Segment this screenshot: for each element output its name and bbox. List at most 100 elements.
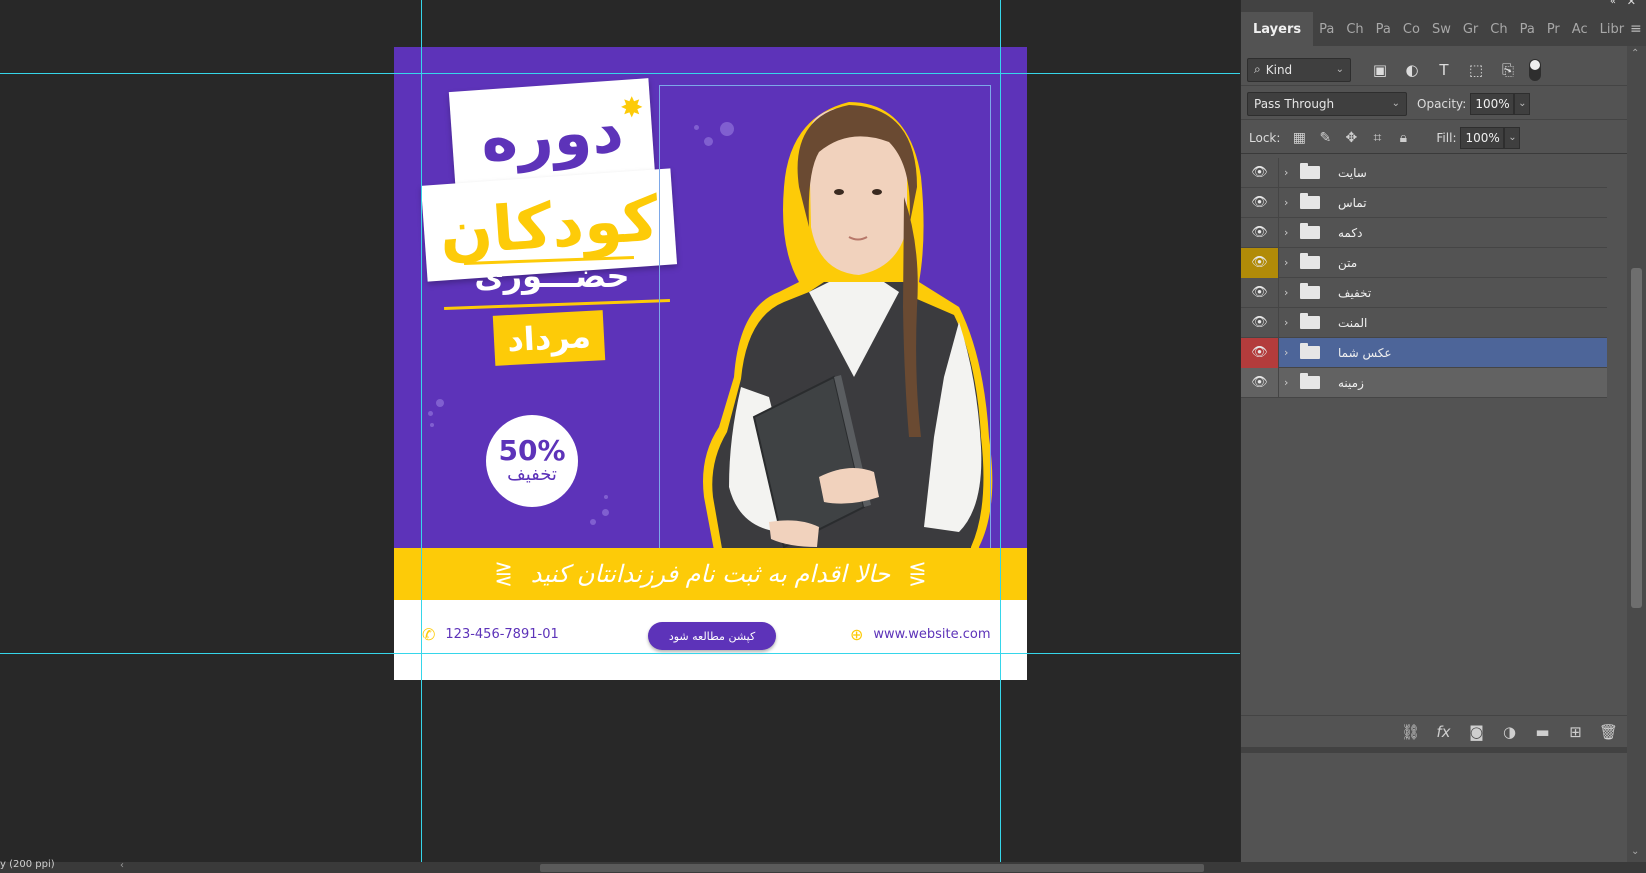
panel-resize-handle[interactable] xyxy=(1241,747,1641,753)
scroll-down-icon[interactable]: ⌄ xyxy=(1631,846,1639,857)
chevron-right-icon[interactable]: › xyxy=(1284,286,1296,299)
layer-name[interactable]: دکمه xyxy=(1338,226,1362,240)
layer-name[interactable]: تخفیف xyxy=(1338,286,1371,300)
layer-filter-row: ⌕ Kind ⌄ ▣ ◐ T ⬚ ⎘ xyxy=(1241,54,1641,86)
eye-icon[interactable]: 👁︎ xyxy=(1241,247,1279,278)
layers-panel-scrollbar[interactable]: ⌃ ⌄ xyxy=(1627,46,1646,862)
lock-position-icon[interactable]: ✥ xyxy=(1338,130,1364,146)
eye-icon[interactable]: 👁︎ xyxy=(1241,217,1279,248)
layers-scroll-thumb[interactable] xyxy=(1631,268,1642,608)
adjustment-layer-icon[interactable]: ◑ xyxy=(1493,723,1526,741)
panel-menu-icon[interactable]: ≡ xyxy=(1630,12,1642,46)
tab-properties[interactable]: Pr xyxy=(1541,12,1566,46)
month-box: مرداد xyxy=(492,310,606,366)
adjustment-layer-filter-icon[interactable]: ◐ xyxy=(1399,61,1425,79)
decor-dot xyxy=(604,495,608,499)
tab-paragraph[interactable]: Pa xyxy=(1370,12,1397,46)
tab-color[interactable]: Co xyxy=(1397,12,1426,46)
blend-mode-select[interactable]: Pass Through ⌄ xyxy=(1247,91,1407,116)
lock-transparent-pixels-icon[interactable]: ▦ xyxy=(1286,130,1312,146)
kind-filter-label: Kind xyxy=(1265,62,1293,77)
scroll-left-icon[interactable]: ‹ xyxy=(120,860,124,871)
chevron-right-icon[interactable]: › xyxy=(1284,196,1296,209)
lock-image-pixels-icon[interactable]: ✎ xyxy=(1312,130,1338,146)
guide-horizontal[interactable] xyxy=(0,73,1240,74)
layer-name[interactable]: متن xyxy=(1338,256,1357,270)
panel-header-bar: « ✕ xyxy=(1241,0,1646,8)
search-icon: ⌕ xyxy=(1254,62,1261,76)
layer-row[interactable]: 👁︎ › تماس xyxy=(1241,187,1607,218)
artboard[interactable]: دوره ✸ کودکان حضـــوری مرداد 50% تخفیف ⋛… xyxy=(394,47,1027,680)
tab-layers[interactable]: Layers xyxy=(1241,12,1314,46)
filter-toggle-switch[interactable] xyxy=(1529,58,1541,81)
fill-dropdown-icon[interactable]: ⌄ xyxy=(1504,126,1521,149)
document-canvas[interactable]: دوره ✸ کودکان حضـــوری مرداد 50% تخفیف ⋛… xyxy=(0,0,1240,862)
layer-row[interactable]: 👁︎ › سایت xyxy=(1241,157,1607,188)
folder-icon xyxy=(1300,163,1320,179)
tab-actions[interactable]: Ac xyxy=(1566,12,1594,46)
trash-icon[interactable]: 🗑︎ xyxy=(1592,723,1625,741)
link-layers-icon[interactable]: ⛓︎ xyxy=(1394,723,1427,741)
chevron-right-icon[interactable]: › xyxy=(1284,226,1296,239)
eye-icon[interactable]: 👁︎ xyxy=(1241,337,1279,368)
caption-button: کپشن مطالعه شود xyxy=(648,622,776,650)
layer-name[interactable]: المنت xyxy=(1338,316,1367,330)
tab-character[interactable]: Ch xyxy=(1484,12,1513,46)
scroll-up-icon[interactable]: ⌃ xyxy=(1631,48,1639,59)
eye-icon[interactable]: 👁︎ xyxy=(1241,157,1279,188)
opacity-dropdown-icon[interactable]: ⌄ xyxy=(1514,92,1531,115)
tab-libraries[interactable]: Libr xyxy=(1594,12,1630,46)
chevron-right-icon[interactable]: › xyxy=(1284,316,1296,329)
lock-artboard-icon[interactable]: ⌗ xyxy=(1364,130,1390,146)
new-layer-icon[interactable]: ⊞ xyxy=(1559,723,1592,741)
chevron-right-icon[interactable]: › xyxy=(1284,256,1296,269)
chevron-right-icon[interactable]: › xyxy=(1284,346,1296,359)
tab-patterns[interactable]: Pa xyxy=(1514,12,1541,46)
new-group-icon[interactable]: ▬ xyxy=(1526,723,1559,741)
eye-icon[interactable]: 👁︎ xyxy=(1241,367,1279,398)
chevron-down-icon: ⌄ xyxy=(1391,98,1400,109)
collapse-panels-icon[interactable]: « xyxy=(1610,0,1616,7)
shape-layer-filter-icon[interactable]: ⬚ xyxy=(1463,61,1489,79)
tab-channels[interactable]: Ch xyxy=(1340,12,1369,46)
photoshop-window: دوره ✸ کودکان حضـــوری مرداد 50% تخفیف ⋛… xyxy=(0,0,1646,873)
tab-swatches[interactable]: Sw xyxy=(1426,12,1457,46)
eye-icon[interactable]: 👁︎ xyxy=(1241,187,1279,218)
add-mask-icon[interactable]: ◙ xyxy=(1460,723,1493,741)
decor-dot xyxy=(602,509,609,516)
layer-row[interactable]: 👁︎ › زمینه xyxy=(1241,367,1607,398)
kind-filter-select[interactable]: ⌕ Kind ⌄ xyxy=(1247,57,1351,82)
layer-row[interactable]: 👁︎ › دکمه xyxy=(1241,217,1607,248)
layer-bounding-box[interactable] xyxy=(659,85,991,565)
fx-icon[interactable]: fx xyxy=(1427,723,1460,741)
title-top-text: دوره xyxy=(478,92,626,176)
guide-horizontal[interactable] xyxy=(0,653,1240,654)
guide-vertical[interactable] xyxy=(421,0,422,862)
layer-name[interactable]: عکس شما xyxy=(1338,346,1392,360)
eye-icon[interactable]: 👁︎ xyxy=(1241,277,1279,308)
type-layer-filter-icon[interactable]: T xyxy=(1431,61,1457,79)
guide-vertical[interactable] xyxy=(1000,0,1001,862)
layer-row[interactable]: 👁︎ › تخفیف xyxy=(1241,277,1607,308)
folder-icon xyxy=(1300,283,1320,299)
layer-row[interactable]: 👁︎ › المنت xyxy=(1241,307,1607,338)
eye-icon[interactable]: 👁︎ xyxy=(1241,307,1279,338)
layer-name[interactable]: زمینه xyxy=(1338,376,1364,390)
smart-object-filter-icon[interactable]: ⎘ xyxy=(1495,61,1521,79)
layer-name[interactable]: تماس xyxy=(1338,196,1367,210)
layer-row-selected[interactable]: 👁︎ › عکس شما xyxy=(1241,337,1607,368)
tab-paths[interactable]: Pa xyxy=(1313,12,1340,46)
layer-name[interactable]: سایت xyxy=(1338,166,1367,180)
star-icon: ✸ xyxy=(620,91,644,124)
chevron-right-icon[interactable]: › xyxy=(1284,376,1296,389)
folder-icon xyxy=(1300,343,1320,359)
lock-all-icon[interactable]: 🔒︎ xyxy=(1390,130,1416,146)
horizontal-scrollbar-thumb[interactable] xyxy=(540,864,1204,872)
tab-gradients[interactable]: Gr xyxy=(1457,12,1484,46)
layer-row[interactable]: 👁︎ › متن xyxy=(1241,247,1607,278)
opacity-input[interactable]: 100% xyxy=(1470,92,1515,115)
pixel-layer-filter-icon[interactable]: ▣ xyxy=(1367,61,1393,79)
chevron-right-icon[interactable]: › xyxy=(1284,166,1296,179)
close-icon[interactable]: ✕ xyxy=(1627,0,1636,8)
fill-input[interactable]: 100% xyxy=(1460,126,1505,149)
